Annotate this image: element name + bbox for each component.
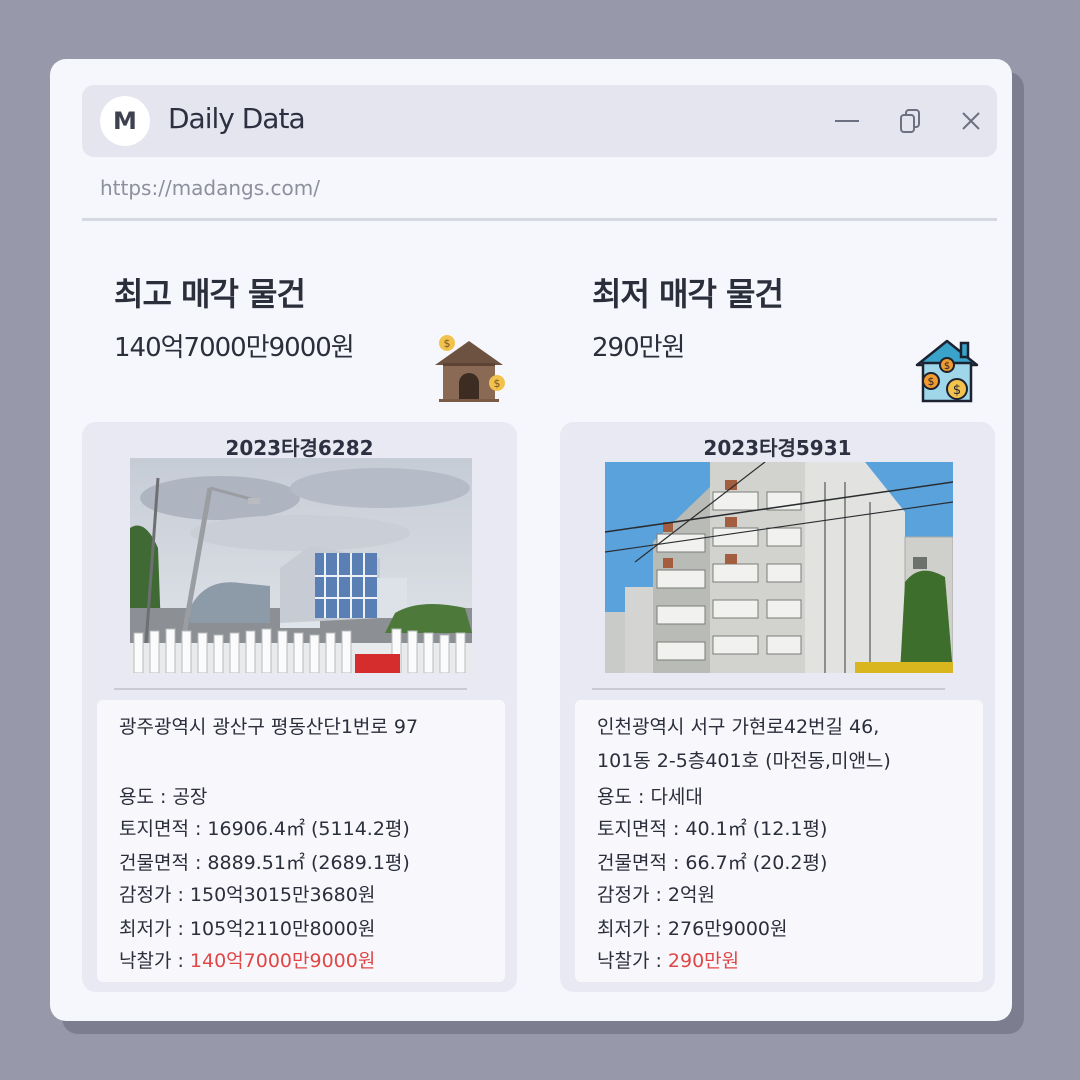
header-divider (82, 218, 997, 221)
usage: 용도 : 다세대 (597, 786, 703, 808)
building-area: 건물면적 : 66.7㎡ (20.2평) (597, 852, 828, 874)
appraisal-price: 감정가 : 150억3015만3680원 (119, 884, 376, 906)
appraisal-price: 감정가 : 2억원 (597, 884, 715, 906)
winning-bid-label: 낙찰가 : (119, 950, 190, 972)
app-logo: M (100, 96, 150, 146)
app-window: M Daily Data https://madangs.com/ 최고 매각 … (50, 59, 1012, 1021)
lowest-property-card[interactable]: 2023타경5931 인천광역시 서구 가현로42번길 46, 101동 2-5… (560, 422, 995, 992)
winning-bid: 낙찰가 : 290만원 (597, 946, 739, 973)
case-number: 2023타경6282 (225, 436, 374, 460)
title-bar: M Daily Data (82, 85, 997, 157)
case-number: 2023타경5931 (703, 436, 852, 460)
lowest-heading: 최저 매각 물건 (592, 275, 784, 313)
minimize-icon[interactable] (833, 107, 861, 135)
winning-bid-price: 290만원 (667, 950, 740, 972)
svg-text:$: $ (444, 337, 451, 350)
highest-price: 140억7000만9000원 (114, 333, 355, 363)
winning-bid-price: 140억7000만9000원 (189, 950, 376, 972)
minimum-price: 최저가 : 276만9000원 (597, 918, 788, 940)
url-text[interactable]: https://madangs.com/ (100, 176, 320, 200)
usage: 용도 : 공장 (119, 786, 208, 808)
svg-text:$: $ (953, 383, 961, 398)
card-divider (592, 688, 945, 690)
house-coins-icon: $ $ $ (915, 339, 979, 403)
minimum-price: 최저가 : 105억2110만8000원 (119, 918, 376, 940)
winning-bid: 낙찰가 : 140억7000만9000원 (119, 946, 375, 973)
address-line1: 광주광역시 광산구 평동산단1번로 97 (119, 716, 419, 738)
building-area: 건물면적 : 8889.51㎡ (2689.1평) (119, 852, 410, 874)
restore-icon[interactable] (897, 107, 925, 135)
lowest-price: 290만원 (592, 333, 685, 363)
factory-photo (130, 458, 472, 673)
highest-property-card[interactable]: 2023타경6282 광주광역시 광산구 평동산단1번로 97 용도: 공장 … (82, 422, 517, 992)
winning-bid-label: 낙찰가 : (597, 950, 668, 972)
property-info: 광주광역시 광산구 평동산단1번로 97 용도 : 공장 토지면적 : 1690… (97, 700, 505, 982)
address-line2: 101동 2-5층401호 (마전동,미앤느) (597, 750, 891, 772)
svg-text:$: $ (944, 361, 950, 372)
close-icon[interactable] (957, 107, 985, 135)
svg-text:$: $ (494, 377, 501, 390)
address-line1: 인천광역시 서구 가현로42번길 46, (597, 716, 880, 738)
svg-text:$: $ (928, 375, 935, 388)
money-house-icon: $ $ (435, 335, 505, 402)
property-info: 인천광역시 서구 가현로42번길 46, 101동 2-5층401호 (마전동,… (575, 700, 983, 982)
land-area: 토지면적 : 40.1㎡ (12.1평) (597, 818, 828, 840)
highest-heading: 최고 매각 물건 (114, 275, 306, 313)
card-divider (114, 688, 467, 690)
apartment-photo (605, 462, 953, 673)
land-area: 토지면적 : 16906.4㎡ (5114.2평) (119, 818, 410, 840)
app-title: Daily Data (168, 102, 306, 135)
